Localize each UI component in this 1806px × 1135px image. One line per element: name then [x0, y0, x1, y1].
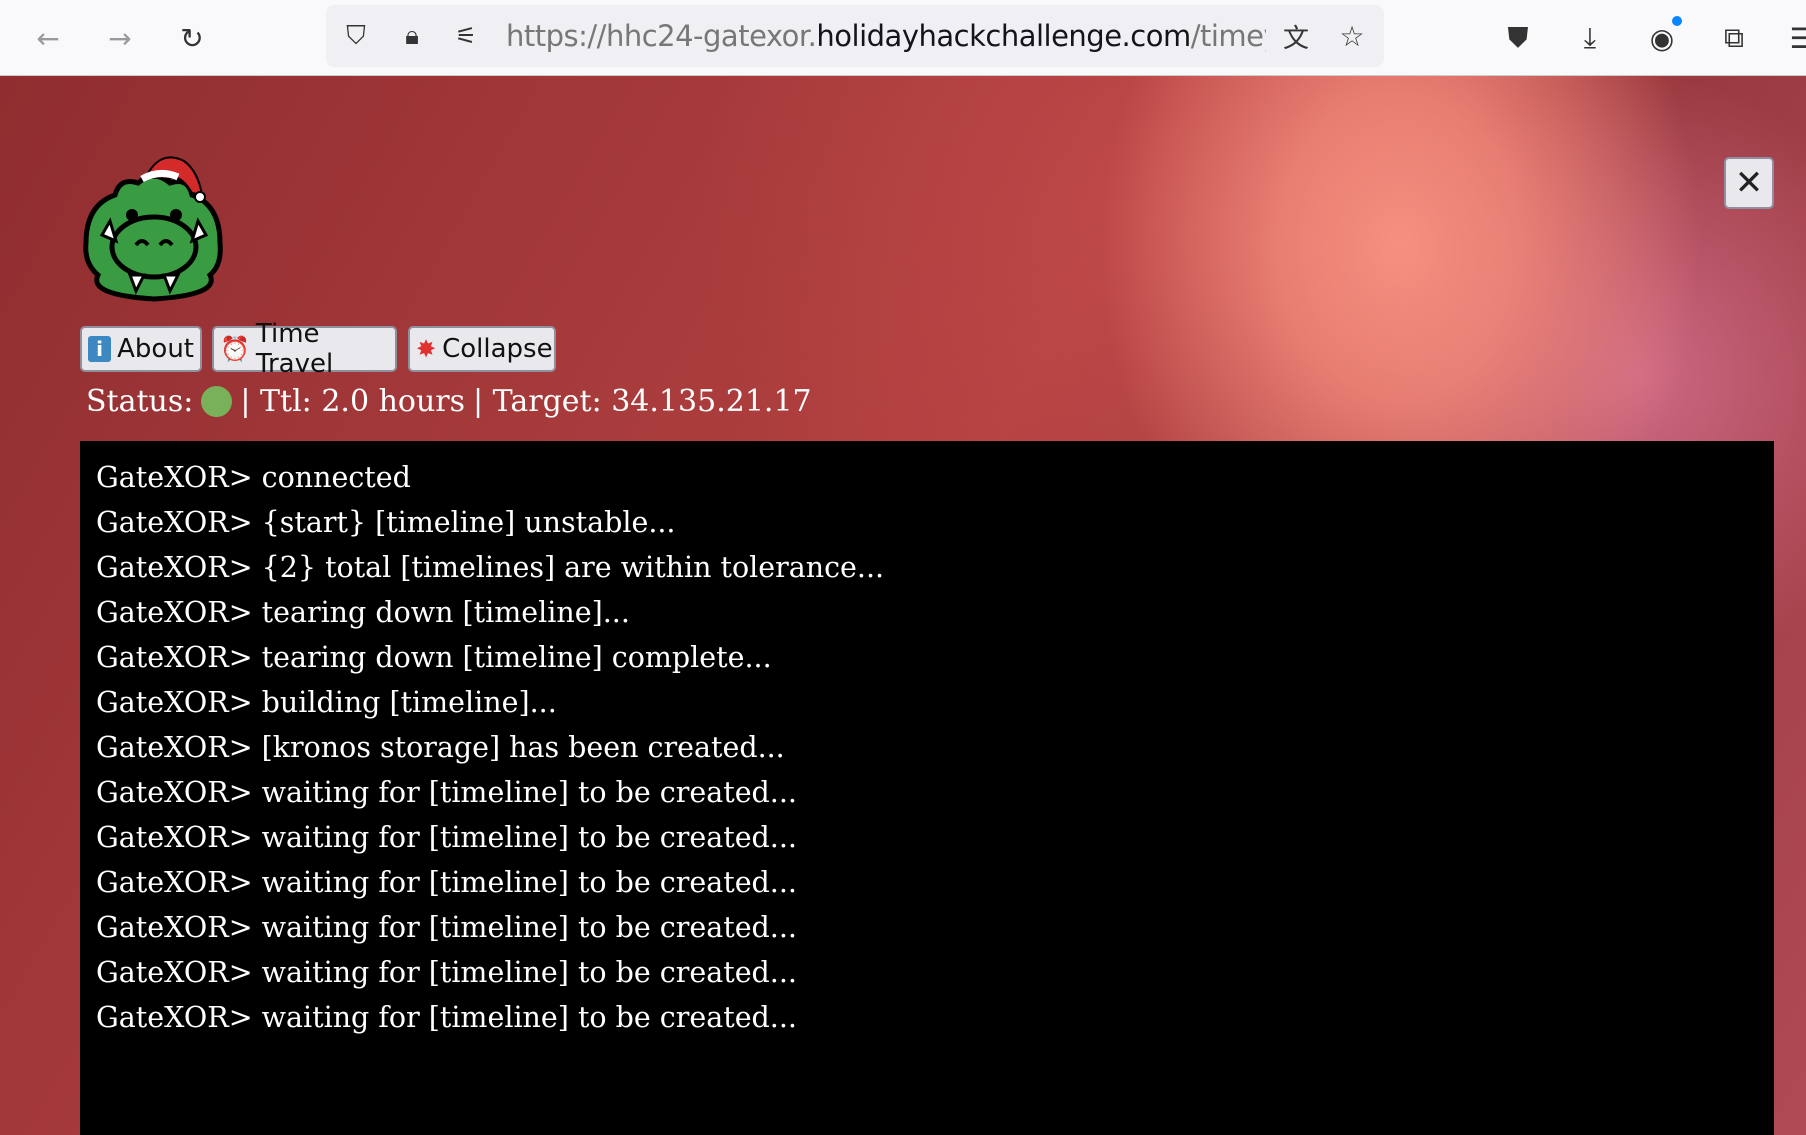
about-button[interactable]: i About [80, 326, 202, 372]
target-text: | Target: 34.135.21.17 [473, 384, 812, 419]
collapse-label: Collapse [442, 334, 553, 364]
close-icon: ✕ [1734, 163, 1764, 203]
status-indicator [201, 386, 233, 417]
shield-icon[interactable]: ⛉ [336, 16, 376, 56]
alarm-clock-icon: ⏰ [220, 335, 250, 363]
close-button[interactable]: ✕ [1724, 157, 1774, 209]
terminal-line: GateXOR> building [timeline]... [96, 686, 557, 719]
explosion-icon: ✸ [416, 335, 437, 363]
download-icon[interactable]: ⤓ [1570, 18, 1610, 58]
terminal-line: GateXOR> {start} [timeline] unstable... [96, 506, 676, 539]
terminal-line: GateXOR> waiting for [timeline] to be cr… [96, 866, 797, 899]
status-line: Status: | Ttl: 2.0 hours | Target: 34.13… [86, 384, 812, 419]
gator-logo [83, 156, 223, 302]
terminal-line: GateXOR> waiting for [timeline] to be cr… [96, 956, 797, 989]
terminal-line: GateXOR> waiting for [timeline] to be cr… [96, 1001, 797, 1034]
ttl-text: | Ttl: 2.0 hours [240, 384, 466, 419]
menu-icon[interactable]: ☰ [1782, 18, 1806, 58]
collapse-button[interactable]: ✸ Collapse [408, 326, 556, 372]
terminal-line: GateXOR> tearing down [timeline]... [96, 596, 630, 629]
permissions-icon[interactable]: ⚟ [446, 16, 486, 56]
time-travel-button[interactable]: ⏰ Time Travel [212, 319, 397, 379]
pocket-icon[interactable]: ⛊ [1498, 18, 1538, 58]
terminal-line: GateXOR> waiting for [timeline] to be cr… [96, 776, 797, 809]
terminal-line: GateXOR> waiting for [timeline] to be cr… [96, 821, 797, 854]
address-bar[interactable]: ⛉ 🔒︎ ⚟ https://hhc24-gatexor.holidayhack… [326, 5, 1384, 67]
info-icon: i [88, 336, 112, 362]
terminal-line: GateXOR> [kronos storage] has been creat… [96, 731, 785, 764]
terminal-line: GateXOR> tearing down [timeline] complet… [96, 641, 772, 674]
gatexor-page: i About ⏰ Time Travel ✸ Collapse Status:… [0, 76, 1806, 1135]
translate-icon[interactable]: 文 [1276, 16, 1316, 56]
about-label: About [117, 334, 194, 364]
back-icon[interactable]: ← [28, 18, 68, 58]
extensions-icon[interactable]: ⧉ [1714, 18, 1754, 58]
lock-icon[interactable]: 🔒︎ [392, 16, 432, 56]
terminal-output: GateXOR> connected GateXOR> {start} [tim… [80, 441, 1774, 1135]
reload-icon[interactable]: ↻ [172, 18, 212, 58]
forward-icon[interactable]: → [100, 18, 140, 58]
time-travel-label: Time Travel [255, 319, 334, 379]
terminal-line: GateXOR> {2} total [timelines] are withi… [96, 551, 885, 584]
url-text[interactable]: https://hhc24-gatexor.holidayhackchallen… [506, 19, 1266, 53]
notification-dot [1672, 16, 1682, 26]
terminal-line: GateXOR> waiting for [timeline] to be cr… [96, 911, 797, 944]
terminal-line: GateXOR> connected [96, 461, 411, 494]
browser-toolbar: ← → ↻ ⛉ 🔒︎ ⚟ https://hhc24-gatexor.holid… [0, 0, 1806, 76]
bookmark-star-icon[interactable]: ☆ [1332, 16, 1372, 56]
status-label: Status: [86, 384, 194, 419]
